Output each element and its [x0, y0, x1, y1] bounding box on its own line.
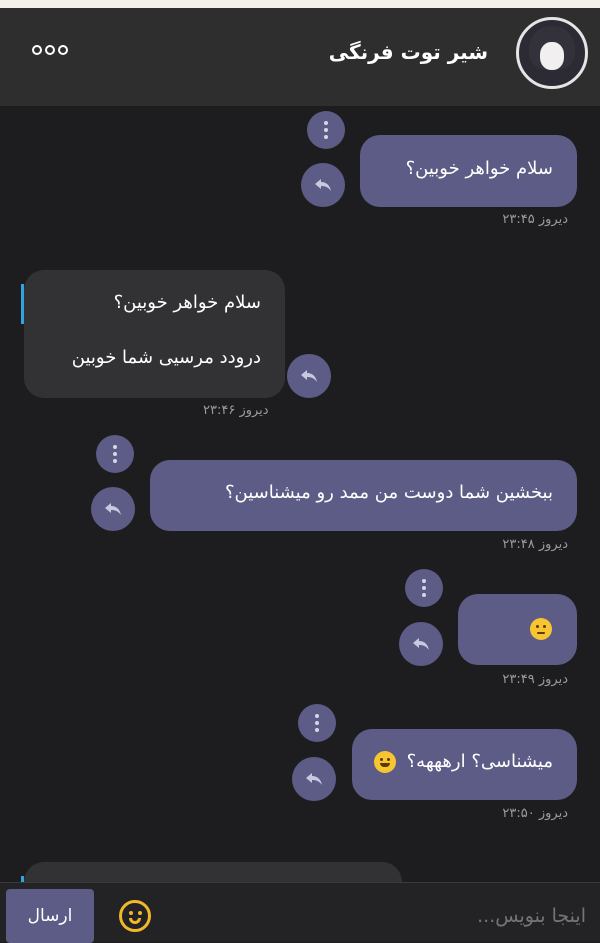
message-text: میشناسی؟ ارهههه؟ [406, 751, 553, 772]
quote-accent-bar [21, 284, 24, 324]
message-options-button[interactable] [307, 111, 345, 149]
kebab-icon [324, 121, 328, 139]
message-text: درودد مرسیی شما خوبین [71, 347, 261, 368]
message-bubble[interactable] [458, 594, 577, 665]
message-time: دیروز ۲۳:۴۶ [203, 403, 269, 418]
message-options-button[interactable] [405, 569, 443, 607]
message-time: دیروز ۲۳:۴۸ [502, 537, 568, 552]
kebab-icon [422, 579, 426, 597]
reply-icon [301, 370, 317, 382]
send-button[interactable]: ارسال [6, 889, 94, 943]
message-text: ببخشین شما دوست من ممد رو میشناسین؟ [224, 482, 553, 503]
message-options-button[interactable] [96, 435, 134, 473]
message-options-button[interactable] [298, 704, 336, 742]
contact-avatar[interactable] [516, 17, 588, 89]
chat-header: شیر توت فرنگی [0, 8, 600, 106]
reply-button[interactable] [91, 487, 135, 531]
reply-button[interactable] [292, 757, 336, 801]
reply-button[interactable] [287, 354, 331, 398]
message-list: سلام خواهر خوبین؟ دیروز ۲۳:۴۵ سلام خواهر… [0, 106, 600, 922]
message-time: دیروز ۲۳:۴۹ [502, 672, 568, 687]
avatar-face [540, 42, 564, 70]
more-options-icon[interactable] [32, 45, 68, 59]
reply-icon [306, 773, 322, 785]
message-time: دیروز ۲۳:۵۰ [502, 806, 568, 821]
message-time: دیروز ۲۳:۴۵ [502, 212, 568, 227]
grinning-face-icon [374, 751, 396, 773]
emoji-icon[interactable] [119, 900, 151, 932]
quoted-text: سلام خواهر خوبین؟ [113, 292, 261, 313]
kebab-icon [113, 445, 117, 463]
reply-button[interactable] [301, 163, 345, 207]
message-bubble[interactable]: میشناسی؟ ارهههه؟ [352, 729, 577, 800]
message-bubble[interactable]: ببخشین شما دوست من ممد رو میشناسین؟ [150, 460, 577, 531]
message-composer: ارسال [0, 882, 600, 943]
kebab-icon [315, 714, 319, 732]
contact-name[interactable]: شیر توت فرنگی [329, 40, 488, 64]
message-bubble[interactable]: سلام خواهر خوبین؟ [360, 135, 577, 207]
reply-button[interactable] [399, 622, 443, 666]
message-bubble[interactable]: سلام خواهر خوبین؟ درودد مرسیی شما خوبین [21, 270, 285, 398]
message-text: سلام خواهر خوبین؟ [405, 158, 553, 179]
reply-icon [315, 179, 331, 191]
message-input[interactable] [206, 905, 586, 927]
reply-icon [105, 503, 121, 515]
status-strip [0, 0, 600, 8]
reply-icon [413, 638, 429, 650]
slightly-smiling-face-icon [530, 618, 552, 640]
